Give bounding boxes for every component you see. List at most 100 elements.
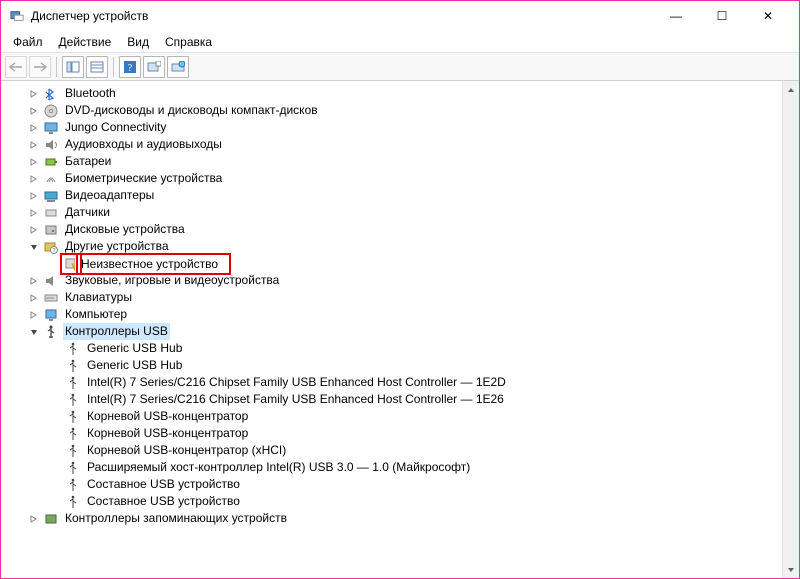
tree-node-usb-item[interactable]: Generic USB Hub	[5, 340, 782, 357]
scroll-up-icon[interactable]	[783, 81, 799, 98]
tree-label: Аудиовходы и аудиовыходы	[63, 136, 224, 153]
expand-icon[interactable]	[27, 291, 41, 305]
tree-label: Составное USB устройство	[85, 493, 242, 510]
expand-icon[interactable]	[27, 206, 41, 220]
scan-hardware-button[interactable]	[143, 56, 165, 78]
tree-node-usb-item[interactable]: Intel(R) 7 Series/C216 Chipset Family US…	[5, 391, 782, 408]
back-button[interactable]	[5, 56, 27, 78]
tree-node-video[interactable]: Видеоадаптеры	[5, 187, 782, 204]
menu-action[interactable]: Действие	[51, 33, 120, 51]
expand-icon[interactable]	[27, 104, 41, 118]
tree-node-usb-item[interactable]: Составное USB устройство	[5, 493, 782, 510]
tree-node-other[interactable]: ? Другие устройства	[5, 238, 782, 255]
tree-node-unknown-device[interactable]: ! Неизвестное устройство	[5, 255, 782, 272]
tree-node-jungo[interactable]: Jungo Connectivity	[5, 119, 782, 136]
usb-icon	[43, 324, 59, 340]
tree-node-computer[interactable]: Компьютер	[5, 306, 782, 323]
tree-label: Неизвестное устройство	[79, 256, 228, 272]
usb-device-icon	[65, 494, 81, 510]
expand-icon[interactable]	[27, 172, 41, 186]
collapse-icon[interactable]	[27, 325, 41, 339]
expand-icon[interactable]	[27, 308, 41, 322]
tree-node-disk[interactable]: Дисковые устройства	[5, 221, 782, 238]
tree-node-keyboard[interactable]: Клавиатуры	[5, 289, 782, 306]
tree-node-usb-item[interactable]: Корневой USB-концентратор (xHCI)	[5, 442, 782, 459]
toolbar-separator	[56, 57, 57, 77]
tree-label: Батареи	[63, 153, 113, 170]
tree-node-storage[interactable]: Контроллеры запоминающих устройств	[5, 510, 782, 527]
minimize-button[interactable]: —	[653, 1, 699, 31]
tree-node-biometric[interactable]: Биометрические устройства	[5, 170, 782, 187]
disc-icon	[43, 103, 59, 119]
scroll-down-icon[interactable]	[783, 561, 799, 578]
expand-icon[interactable]	[27, 121, 41, 135]
tree-node-usb-item[interactable]: Intel(R) 7 Series/C216 Chipset Family US…	[5, 374, 782, 391]
menu-view[interactable]: Вид	[119, 33, 157, 51]
window-title: Диспетчер устройств	[31, 9, 653, 23]
display-adapter-icon	[43, 188, 59, 204]
expand-icon[interactable]	[27, 87, 41, 101]
tree-node-bluetooth[interactable]: Bluetooth	[5, 85, 782, 102]
tree-label: Дисковые устройства	[63, 221, 187, 238]
tree-node-usb-item[interactable]: Корневой USB-концентратор	[5, 425, 782, 442]
scroll-track[interactable]	[783, 98, 799, 561]
tree-label: Корневой USB-концентратор (xHCI)	[85, 442, 288, 459]
forward-button[interactable]	[29, 56, 51, 78]
tree-node-usb-item[interactable]: Составное USB устройство	[5, 476, 782, 493]
update-driver-button[interactable]	[167, 56, 189, 78]
toolbar-separator	[113, 57, 114, 77]
expand-icon[interactable]	[27, 223, 41, 237]
menubar: Файл Действие Вид Справка	[1, 31, 799, 53]
tree-node-sound[interactable]: Звуковые, игровые и видеоустройства	[5, 272, 782, 289]
usb-device-icon	[65, 358, 81, 374]
maximize-button[interactable]: ☐	[699, 1, 745, 31]
tree-label: Звуковые, игровые и видеоустройства	[63, 272, 281, 289]
tree-label: Контроллеры USB	[63, 323, 170, 340]
device-manager-window: Диспетчер устройств — ☐ ✕ Файл Действие …	[0, 0, 800, 579]
computer-icon	[43, 307, 59, 323]
tree-node-dvd[interactable]: DVD-дисководы и дисководы компакт-дисков	[5, 102, 782, 119]
tree-label: Биометрические устройства	[63, 170, 224, 187]
properties-button[interactable]	[86, 56, 108, 78]
keyboard-icon	[43, 290, 59, 306]
expand-icon[interactable]	[27, 274, 41, 288]
device-tree[interactable]: Bluetooth DVD-дисководы и дисководы комп…	[1, 81, 782, 578]
tree-node-usb-item[interactable]: Generic USB Hub	[5, 357, 782, 374]
usb-device-icon	[65, 375, 81, 391]
app-icon	[9, 8, 25, 24]
tree-node-audio[interactable]: Аудиовходы и аудиовыходы	[5, 136, 782, 153]
close-button[interactable]: ✕	[745, 1, 791, 31]
svg-text:!: !	[74, 265, 75, 271]
expand-icon[interactable]	[27, 138, 41, 152]
tree-label: Intel(R) 7 Series/C216 Chipset Family US…	[85, 374, 508, 391]
tree-label: Датчики	[63, 204, 112, 221]
tree-node-usb-controllers[interactable]: Контроллеры USB	[5, 323, 782, 340]
tree-node-usb-item[interactable]: Расширяемый хост-контроллер Intel(R) USB…	[5, 459, 782, 476]
expand-icon[interactable]	[27, 189, 41, 203]
tree-node-battery[interactable]: Батареи	[5, 153, 782, 170]
vertical-scrollbar[interactable]	[782, 81, 799, 578]
storage-controller-icon	[43, 511, 59, 527]
tree-label: Составное USB устройство	[85, 476, 242, 493]
tree-label: Компьютер	[63, 306, 129, 323]
toolbar: ?	[1, 53, 799, 81]
expand-icon[interactable]	[27, 155, 41, 169]
titlebar[interactable]: Диспетчер устройств — ☐ ✕	[1, 1, 799, 31]
collapse-icon[interactable]	[27, 240, 41, 254]
sound-icon	[43, 273, 59, 289]
usb-device-icon	[65, 426, 81, 442]
content-area: Bluetooth DVD-дисководы и дисководы комп…	[1, 81, 799, 578]
tree-label: Intel(R) 7 Series/C216 Chipset Family US…	[85, 391, 506, 408]
menu-help[interactable]: Справка	[157, 33, 220, 51]
tree-label: Другие устройства	[63, 238, 171, 255]
help-button[interactable]: ?	[119, 56, 141, 78]
usb-device-icon	[65, 460, 81, 476]
menu-file[interactable]: Файл	[5, 33, 51, 51]
tree-node-usb-item[interactable]: Корневой USB-концентратор	[5, 408, 782, 425]
tree-node-sensors[interactable]: Датчики	[5, 204, 782, 221]
show-hide-tree-button[interactable]	[62, 56, 84, 78]
fingerprint-icon	[43, 171, 59, 187]
monitor-icon	[43, 120, 59, 136]
expand-icon[interactable]	[27, 512, 41, 526]
tree-label: Jungo Connectivity	[63, 119, 168, 136]
